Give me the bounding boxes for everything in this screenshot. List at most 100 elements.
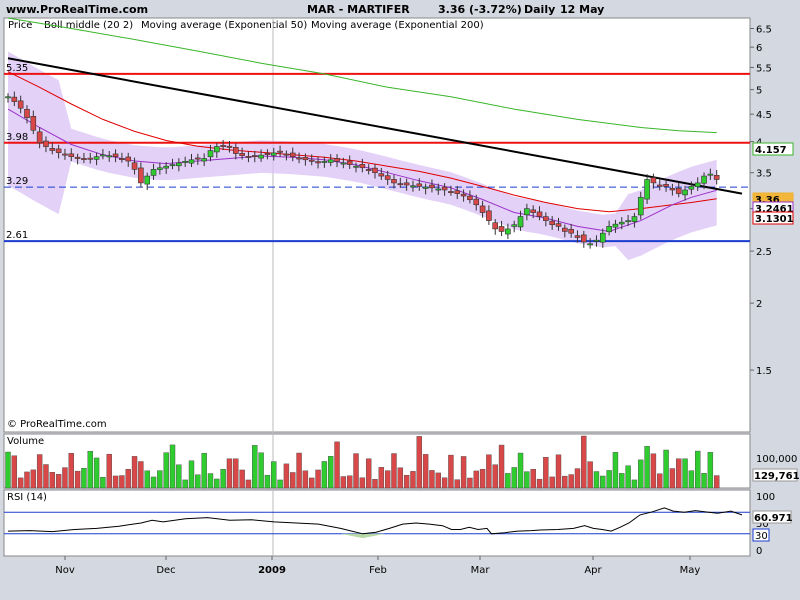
volume-bar bbox=[353, 453, 359, 489]
candle-body bbox=[144, 175, 151, 185]
volume-bar bbox=[600, 475, 606, 489]
volume-bar bbox=[188, 460, 195, 489]
candle-body bbox=[562, 227, 568, 232]
volume-bar bbox=[460, 456, 467, 489]
candle-body bbox=[277, 150, 283, 153]
candle-body bbox=[270, 152, 277, 156]
candle-body bbox=[479, 205, 486, 213]
candle-body bbox=[359, 164, 366, 169]
last-value-label: 3.1301 bbox=[755, 214, 794, 225]
candle-body bbox=[593, 239, 600, 242]
candle-body bbox=[5, 96, 11, 99]
volume-bar bbox=[391, 453, 397, 489]
candle-body bbox=[93, 156, 100, 160]
candle-body bbox=[492, 222, 499, 230]
candle-body bbox=[264, 153, 271, 155]
chart-root: www.ProRealTime.com MAR - MARTIFER 3.36 … bbox=[0, 0, 800, 600]
candle-body bbox=[511, 224, 518, 227]
chart-title: MAR - MARTIFER bbox=[307, 3, 410, 16]
candle-body bbox=[226, 145, 233, 148]
volume-bar bbox=[182, 479, 188, 489]
x-tick-label: 2009 bbox=[258, 565, 286, 576]
rsi-y-tick: 100 bbox=[756, 492, 775, 503]
volume-bar bbox=[125, 469, 131, 489]
volume-bar bbox=[657, 473, 663, 489]
volume-bar bbox=[378, 467, 385, 489]
candle-body bbox=[581, 234, 587, 243]
candle-body bbox=[391, 179, 397, 184]
volume-bar bbox=[271, 461, 277, 489]
volume-bar bbox=[302, 470, 309, 489]
candle-body bbox=[334, 158, 340, 162]
candle-body bbox=[119, 158, 125, 161]
volume-bar bbox=[346, 475, 353, 489]
volume-bar bbox=[5, 451, 11, 489]
candle-body bbox=[473, 198, 480, 206]
candle-body bbox=[536, 211, 543, 217]
volume-bar bbox=[55, 474, 62, 489]
candle-body bbox=[87, 157, 94, 160]
candle-body bbox=[372, 167, 378, 174]
candle-body bbox=[207, 150, 214, 158]
volume-bar bbox=[416, 436, 422, 489]
chart-period: Daily bbox=[524, 3, 555, 16]
candle-body bbox=[81, 158, 87, 160]
candle-body bbox=[195, 157, 201, 160]
candle-body bbox=[43, 140, 49, 147]
candle-body bbox=[587, 243, 593, 246]
candle-body bbox=[100, 154, 106, 157]
volume-bar bbox=[24, 471, 30, 489]
volume-bar bbox=[214, 478, 220, 489]
volume-bar bbox=[233, 458, 239, 489]
candle-body bbox=[543, 216, 549, 221]
x-tick-label: Apr bbox=[584, 565, 602, 576]
chart-svg: www.ProRealTime.com MAR - MARTIFER 3.36 … bbox=[3, 3, 800, 576]
candle-body bbox=[163, 165, 169, 169]
candle-body bbox=[340, 162, 347, 165]
volume-bar bbox=[49, 472, 55, 489]
x-tick-label: Dec bbox=[156, 565, 175, 576]
price-y-tick-label: 5 bbox=[756, 86, 762, 97]
volume-bar bbox=[549, 476, 555, 489]
price-y-tick-label: 2 bbox=[756, 299, 762, 310]
candle-body bbox=[302, 157, 309, 161]
candle-body bbox=[239, 153, 245, 156]
volume-bar bbox=[486, 454, 492, 489]
volume-bar bbox=[555, 454, 562, 489]
volume-bar bbox=[328, 456, 334, 489]
volume-bar bbox=[163, 452, 169, 489]
volume-bar bbox=[207, 473, 214, 489]
candle-body bbox=[245, 156, 252, 158]
volume-bar bbox=[264, 474, 271, 489]
candle-body bbox=[618, 221, 625, 225]
candle-body bbox=[201, 158, 207, 162]
candle-body bbox=[176, 162, 182, 167]
x-tick-label: Mar bbox=[471, 565, 491, 576]
volume-bar bbox=[492, 464, 498, 489]
volume-bar bbox=[663, 449, 669, 489]
volume-bar bbox=[435, 472, 441, 489]
volume-bar bbox=[30, 469, 37, 489]
rsi-y-tick: 0 bbox=[756, 546, 762, 557]
level-label: 2.61 bbox=[6, 230, 28, 241]
candle-body bbox=[435, 188, 442, 191]
volume-bar bbox=[619, 473, 625, 489]
candle-body bbox=[378, 173, 385, 177]
candle-body bbox=[467, 195, 473, 201]
volume-bar bbox=[713, 475, 720, 489]
volume-bar bbox=[587, 461, 593, 489]
volume-bar bbox=[321, 461, 328, 489]
candle-body bbox=[232, 146, 239, 154]
price-y-tick-label: 6 bbox=[756, 43, 762, 54]
candle-body bbox=[486, 210, 492, 221]
candle-body bbox=[669, 188, 676, 191]
candle-body bbox=[106, 155, 113, 158]
chart-quote: 3.36 (-3.72%) bbox=[438, 3, 522, 16]
price-y-tick-label: 6.5 bbox=[756, 25, 772, 36]
candle-body bbox=[656, 184, 663, 187]
volume-bar bbox=[441, 477, 448, 489]
candle-body bbox=[410, 185, 416, 188]
volume-bar bbox=[43, 464, 49, 489]
volume-bar bbox=[429, 470, 435, 489]
volume-bar bbox=[562, 475, 568, 489]
